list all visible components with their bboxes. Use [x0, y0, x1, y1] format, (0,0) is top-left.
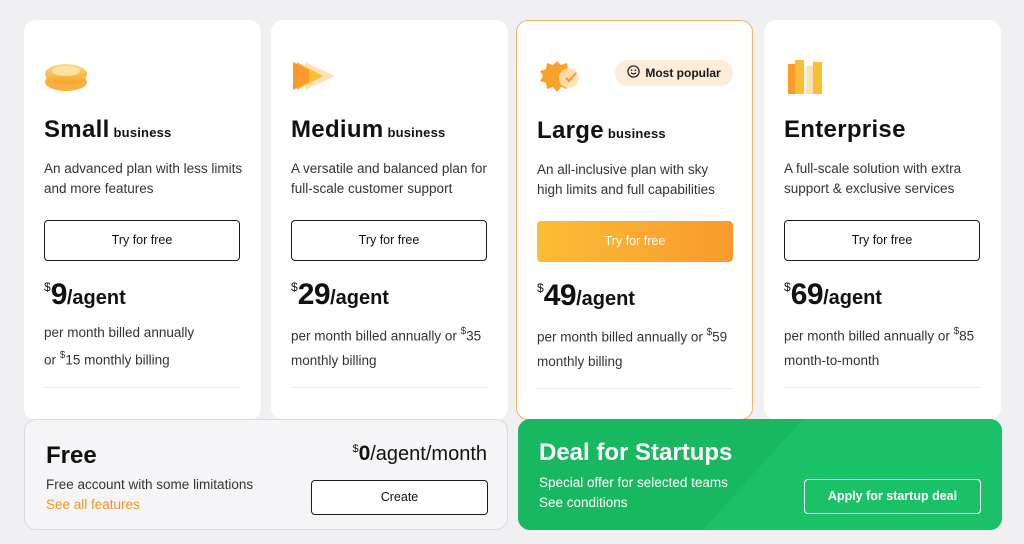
- startup-deal-card: Deal for Startups Special offer for sele…: [518, 419, 1002, 530]
- plan-price: $49/agent: [537, 279, 635, 312]
- plan-card-medium: Medium business A versatile and balanced …: [271, 20, 508, 420]
- apply-startup-deal-button[interactable]: Apply for startup deal: [804, 479, 981, 514]
- divider: [44, 387, 241, 388]
- plan-title-suffix: business: [387, 125, 446, 140]
- billing-note: per month billed annually or $59 monthly …: [537, 327, 728, 369]
- badge-label: Most popular: [645, 66, 721, 80]
- free-plan-price: $0/agent/month: [352, 442, 487, 465]
- plan-title: Large business: [537, 117, 666, 144]
- try-for-free-button[interactable]: Try for free: [291, 220, 487, 261]
- plan-title-suffix: business: [113, 125, 172, 140]
- smile-icon: [627, 65, 641, 81]
- most-popular-badge: Most popular: [615, 60, 733, 86]
- billing-note: per month billed annually or $35 monthly …: [291, 326, 482, 368]
- plan-card-enterprise: Enterprise A full-scale solution with ex…: [764, 20, 1001, 420]
- try-for-free-button[interactable]: Try for free: [44, 220, 240, 261]
- divider: [291, 387, 488, 388]
- plan-title-suffix: business: [607, 126, 666, 141]
- try-for-free-button[interactable]: Try for free: [537, 221, 733, 262]
- plan-card-large: Most popular Large business An all-inclus…: [516, 20, 753, 420]
- plan-title: Medium business: [291, 116, 446, 143]
- plan-description: A versatile and balanced plan for full-s…: [291, 161, 487, 196]
- plan-description: A full-scale solution with extra support…: [784, 161, 962, 196]
- large-plan-icon: [539, 57, 585, 97]
- try-for-free-button[interactable]: Try for free: [784, 220, 980, 261]
- plan-description: An advanced plan with less limits and mo…: [44, 161, 243, 196]
- startup-deal-title: Deal for Startups: [539, 439, 733, 466]
- startup-deal-description: Special offer for selected teams: [539, 475, 728, 490]
- plan-price: $29/agent: [291, 278, 389, 311]
- billing-note: per month billed annually or $85 month-to…: [784, 326, 975, 368]
- plan-price: $9/agent: [44, 278, 126, 311]
- plan-title: Enterprise: [784, 116, 906, 143]
- plan-price: $69/agent: [784, 278, 882, 311]
- medium-plan-icon: [291, 56, 337, 96]
- plan-description: An all-inclusive plan with sky high limi…: [537, 162, 715, 197]
- plan-card-small: Small business An advanced plan with less…: [24, 20, 261, 420]
- see-all-features-link[interactable]: See all features: [46, 497, 140, 512]
- small-plan-icon: [44, 56, 90, 96]
- enterprise-plan-icon: [784, 56, 830, 96]
- free-plan-title: Free: [46, 442, 97, 469]
- free-plan-card: Free $0/agent/month Free account with so…: [24, 419, 508, 530]
- plan-title: Small business: [44, 116, 172, 143]
- create-button[interactable]: Create: [311, 480, 488, 515]
- divider: [537, 388, 732, 389]
- see-conditions-link[interactable]: See conditions: [539, 495, 628, 510]
- divider: [784, 387, 981, 388]
- billing-note: per month billed annually or $15 monthly …: [44, 325, 195, 368]
- free-plan-description: Free account with some limitations: [46, 477, 254, 492]
